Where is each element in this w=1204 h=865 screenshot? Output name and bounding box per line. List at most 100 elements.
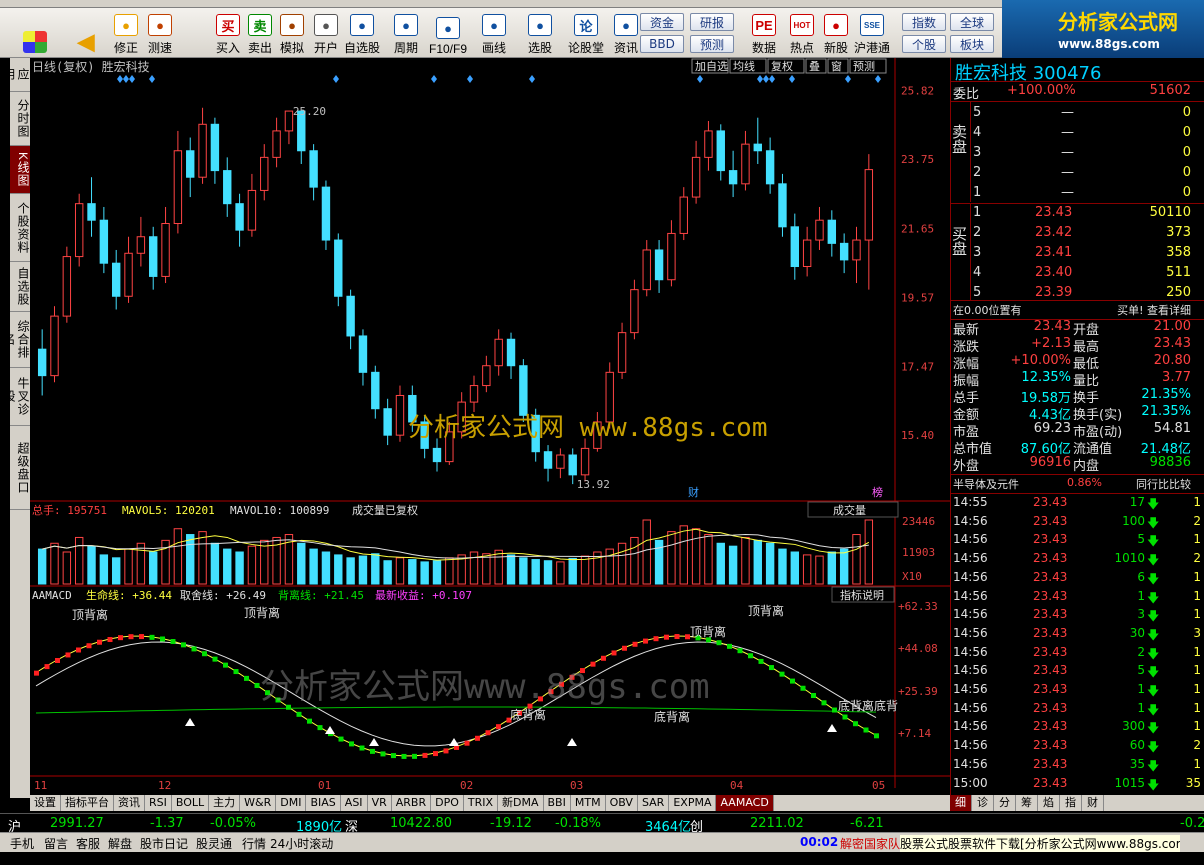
kline-chart-area[interactable]: 日线(复权) 胜宏科技 加自选 均线 复权 叠窗预测 25.82 23.75 21.65 19.… (30, 58, 950, 798)
toolbar-button-11[interactable]: 论论股堂 (566, 10, 606, 56)
indicator-tab-8[interactable]: BIAS (306, 795, 341, 811)
buy-price: 23.41 (1035, 245, 1073, 260)
indicator-tab-19[interactable]: EXPMA (669, 795, 717, 811)
candle-body-35 (469, 385, 479, 403)
ind-signal-69 (758, 658, 764, 664)
status-item-3[interactable]: 解盘 (108, 835, 132, 852)
detail-link[interactable]: 买单! 查看详细 (1117, 302, 1191, 318)
header-btn-5[interactable]: 预测 (853, 60, 875, 73)
status-item-0[interactable]: 手机 (10, 835, 34, 852)
right-tab-5[interactable]: 指 (1060, 795, 1082, 811)
side-tab-7[interactable]: 超级盘口 (10, 426, 30, 510)
indicator-tab-0[interactable]: 设置 (30, 795, 61, 811)
compare-button[interactable]: 同行比比较 (1136, 476, 1191, 492)
indicator-tab-6[interactable]: W&R (240, 795, 277, 811)
status-ad[interactable]: 股票公式股票软件下载[分析家公式网www.88gs.com] (900, 835, 1180, 852)
candle-body-22 (309, 150, 318, 188)
candle-body-61 (790, 226, 800, 268)
research-button[interactable]: 研报 (690, 13, 734, 31)
tick-time: 14:56 (953, 738, 988, 753)
toolbar-button-9[interactable]: ● 画线 (474, 10, 514, 56)
tick-time: 14:56 (953, 551, 988, 566)
ind-signal-33 (380, 751, 386, 757)
indicator-tab-13[interactable]: TRIX (464, 795, 499, 811)
status-news[interactable]: 解密国家队一把手持股 最新数据解盘包括公告 (840, 835, 900, 852)
indicator-tab-2[interactable]: 资讯 (114, 795, 145, 811)
side-tab-3[interactable]: 个股资料 (10, 194, 30, 262)
toolbar-button-5[interactable]: ● 开户 (306, 10, 346, 56)
indicator-tab-16[interactable]: MTM (571, 795, 606, 811)
indicator-tab-12[interactable]: DPO (431, 795, 464, 811)
index-button[interactable]: 指数 (902, 13, 946, 31)
vol-dropdown[interactable]: 成交量 (833, 503, 866, 517)
indicator-tab-3[interactable]: RSI (145, 795, 172, 811)
toolbar-button-15[interactable]: ● 新股 (816, 10, 856, 56)
ind-explain-button[interactable]: 指标说明 (840, 588, 884, 602)
toolbar-button-6[interactable]: ● 自选股 (342, 10, 382, 56)
header-btn-4[interactable]: 窗 (831, 59, 842, 73)
header-btn-3[interactable]: 叠 (809, 60, 820, 73)
right-tab-3[interactable]: 筹 (1016, 795, 1038, 811)
indicator-tab-20[interactable]: AAMACD (716, 795, 774, 811)
bbd-button[interactable]: BBD (640, 35, 684, 53)
indicator-tab-10[interactable]: VR (368, 795, 392, 811)
side-tab-4[interactable]: 自选股 (10, 262, 30, 312)
side-tab-5[interactable]: 综合排名 (2, 312, 30, 368)
status-item-5[interactable]: 股灵通 (196, 835, 232, 852)
side-tab-2[interactable]: K线图 (10, 146, 30, 194)
global-button[interactable]: 全球 (950, 13, 994, 31)
status-item-4[interactable]: 股市日记 (140, 835, 188, 852)
side-tab-0[interactable]: 应用 (2, 58, 30, 92)
ind-signal-58 (643, 638, 648, 644)
header-btn-1[interactable]: 均线 (733, 59, 755, 73)
header-btn-2[interactable]: 复权 (771, 59, 793, 73)
toolbar-button-1[interactable]: ● 测速 (140, 10, 180, 56)
right-tab-4[interactable]: 焰 (1038, 795, 1060, 811)
toolbar-button-label: 买入 (215, 41, 240, 55)
volume-bar-55 (716, 542, 725, 585)
layout-button[interactable] (10, 10, 60, 56)
status-item-7[interactable]: 24小时滚动 (270, 835, 333, 852)
f10-button[interactable]: ● F10/F9 (428, 10, 468, 56)
stat-value: 12.35% (1021, 370, 1071, 385)
indicator-tab-11[interactable]: ARBR (392, 795, 432, 811)
side-tab-6[interactable]: 牛叉诊股 (2, 368, 30, 426)
indicator-tab-7[interactable]: DMI (276, 795, 307, 811)
toolbar-button-13[interactable]: PE 数据 (744, 10, 784, 56)
indicator-tab-18[interactable]: SAR (638, 795, 670, 811)
indicator-tab-15[interactable]: BBI (544, 795, 571, 811)
side-tab-1[interactable]: 分时图 (10, 92, 30, 146)
indicator-tab-1[interactable]: 指标平台 (61, 795, 114, 811)
ind-signal-5 (86, 643, 92, 649)
sector-name[interactable]: 半导体及元件 (953, 476, 1019, 492)
right-tab-2[interactable]: 分 (994, 795, 1016, 811)
indicator-tab-17[interactable]: OBV (606, 795, 638, 811)
indicator-tab-5[interactable]: 主力 (209, 795, 241, 811)
toolbar-button-16[interactable]: SSE 沪港通 (852, 10, 892, 56)
right-tab-6[interactable]: 财 (1082, 795, 1104, 811)
forecast-button[interactable]: 预测 (690, 35, 734, 53)
status-item-2[interactable]: 客服 (76, 835, 100, 852)
buy-level: 5 (973, 285, 982, 300)
status-item-1[interactable]: 留言 (44, 835, 68, 852)
stock-button[interactable]: 个股 (902, 35, 946, 53)
toolbar-button-10[interactable]: ● 选股 (520, 10, 560, 56)
right-tab-0[interactable]: 细 (950, 795, 972, 811)
tick-time: 14:56 (953, 700, 988, 715)
header-btn-0[interactable]: 加自选 (695, 60, 728, 73)
price-tick-0: 25.82 (901, 85, 934, 98)
candle-body-19 (272, 130, 281, 158)
funds-button[interactable]: 资金 (640, 13, 684, 31)
back-button[interactable]: ◀ (70, 10, 102, 56)
status-item-6[interactable]: 行情 (242, 835, 266, 852)
indicator-tab-4[interactable]: BOLL (172, 795, 210, 811)
candle-body-20 (284, 110, 294, 132)
right-tab-1[interactable]: 诊 (972, 795, 994, 811)
sector-button[interactable]: 板块 (950, 35, 994, 53)
candle-body-7 (124, 252, 133, 297)
kline-chart-svg[interactable]: 日线(复权) 胜宏科技 加自选 均线 复权 叠窗预测 25.82 23.75 21.65 19.… (30, 58, 950, 798)
indicator-tab-14[interactable]: 新DMA (498, 795, 544, 811)
indicator-tab-9[interactable]: ASI (341, 795, 368, 811)
toolbar-button-7[interactable]: ● 周期 (386, 10, 426, 56)
volume-bar-57 (741, 536, 750, 585)
